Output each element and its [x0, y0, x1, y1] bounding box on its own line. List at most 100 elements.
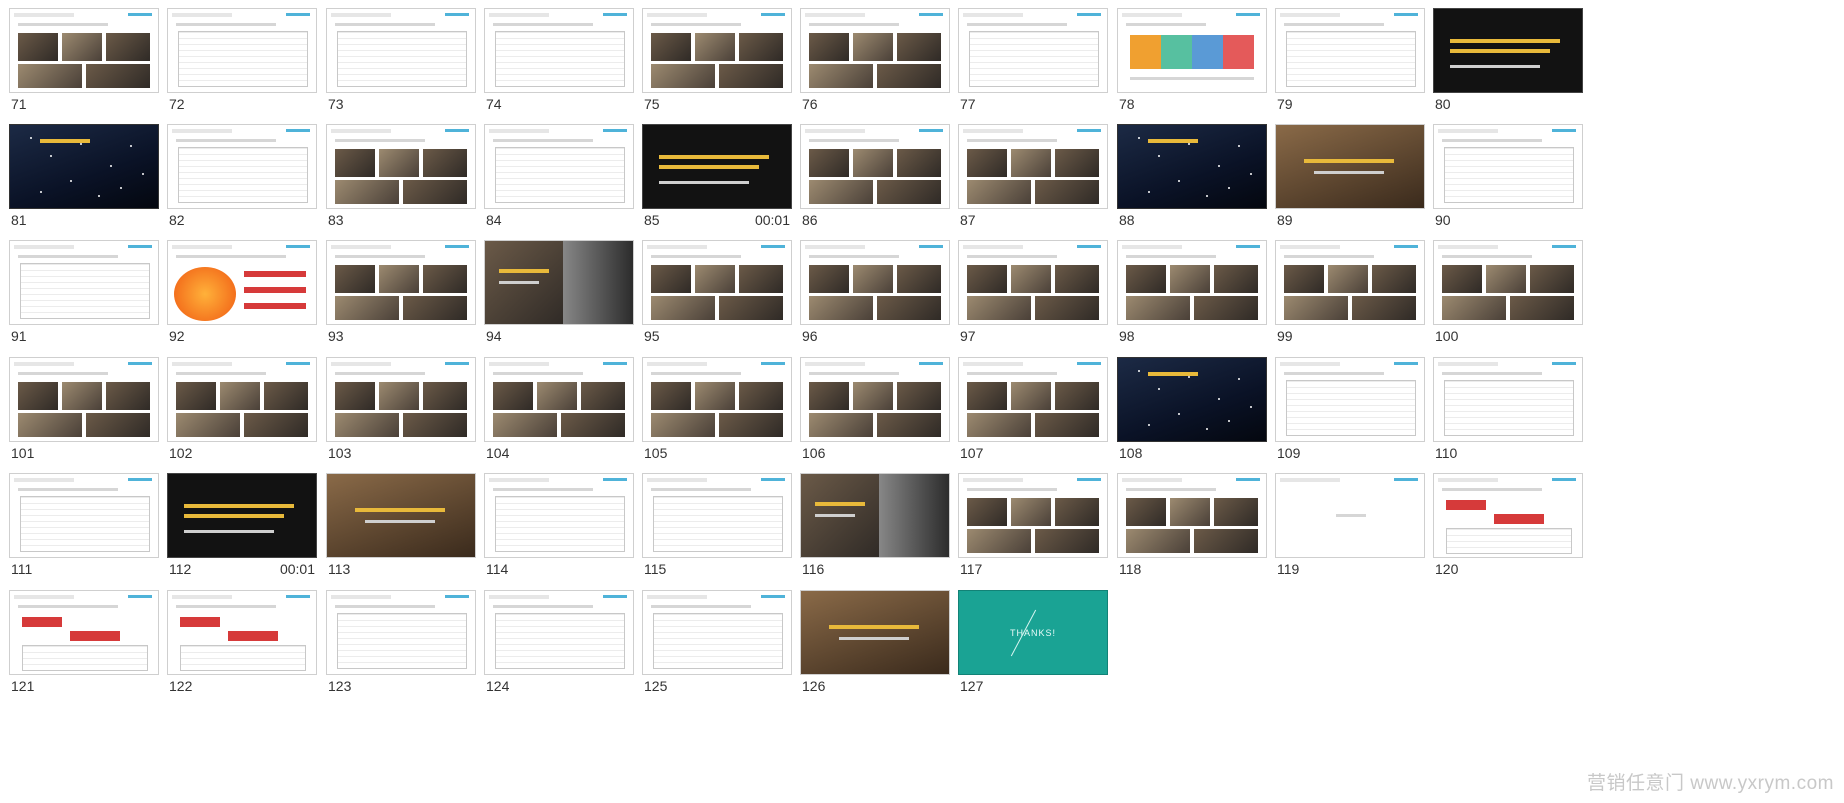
slide-thumbnail-cell[interactable]: 83	[326, 124, 476, 228]
slide-thumbnail-cell[interactable]: 81	[9, 124, 159, 228]
slide-thumbnail-cell[interactable]: 125	[642, 590, 792, 694]
slide-thumbnail-cell[interactable]: THANKS! 127	[958, 590, 1108, 694]
slide-thumbnail[interactable]	[800, 124, 950, 209]
slide-thumbnail[interactable]	[326, 473, 476, 558]
slide-thumbnail-cell[interactable]: 100	[1433, 240, 1583, 344]
slide-thumbnail-cell[interactable]: 114	[484, 473, 634, 577]
slide-thumbnail[interactable]	[9, 357, 159, 442]
slide-thumbnail-cell[interactable]: 82	[167, 124, 317, 228]
slide-thumbnail-cell[interactable]: 91	[9, 240, 159, 344]
slide-thumbnail-cell[interactable]: 119	[1275, 473, 1425, 577]
slide-thumbnail-cell[interactable]: 104	[484, 357, 634, 461]
slide-thumbnail[interactable]	[484, 124, 634, 209]
slide-thumbnail[interactable]	[1433, 473, 1583, 558]
slide-thumbnail[interactable]	[167, 124, 317, 209]
slide-thumbnail-cell[interactable]: 113	[326, 473, 476, 577]
slide-thumbnail-cell[interactable]: 92	[167, 240, 317, 344]
slide-thumbnail-cell[interactable]: 105	[642, 357, 792, 461]
slide-thumbnail-cell[interactable]: 87	[958, 124, 1108, 228]
slide-thumbnail-cell[interactable]: 84	[484, 124, 634, 228]
slide-thumbnail[interactable]	[9, 240, 159, 325]
slide-thumbnail[interactable]	[1275, 124, 1425, 209]
slide-thumbnail-cell[interactable]: 99	[1275, 240, 1425, 344]
slide-thumbnail-cell[interactable]: 126	[800, 590, 950, 694]
slide-thumbnail[interactable]	[326, 357, 476, 442]
slide-thumbnail-cell[interactable]: 112 00:01	[167, 473, 317, 577]
slide-thumbnail[interactable]	[326, 240, 476, 325]
slide-thumbnail[interactable]	[9, 124, 159, 209]
slide-thumbnail[interactable]	[326, 590, 476, 675]
slide-thumbnail[interactable]	[484, 357, 634, 442]
slide-thumbnail[interactable]	[800, 473, 950, 558]
slide-thumbnail[interactable]	[167, 590, 317, 675]
slide-thumbnail-cell[interactable]: 122	[167, 590, 317, 694]
slide-thumbnail-cell[interactable]: 86	[800, 124, 950, 228]
slide-thumbnail[interactable]	[1275, 240, 1425, 325]
slide-thumbnail-cell[interactable]: 98	[1117, 240, 1267, 344]
slide-thumbnail[interactable]	[800, 240, 950, 325]
slide-thumbnail-cell[interactable]: 72	[167, 8, 317, 112]
slide-thumbnail[interactable]	[1433, 240, 1583, 325]
slide-thumbnail[interactable]	[642, 590, 792, 675]
slide-thumbnail[interactable]	[1275, 357, 1425, 442]
slide-thumbnail[interactable]	[800, 590, 950, 675]
slide-thumbnail[interactable]	[1117, 240, 1267, 325]
slide-thumbnail-cell[interactable]: 121	[9, 590, 159, 694]
slide-thumbnail[interactable]	[484, 473, 634, 558]
slide-thumbnail[interactable]	[9, 590, 159, 675]
slide-thumbnail-cell[interactable]: 117	[958, 473, 1108, 577]
slide-thumbnail-cell[interactable]: 108	[1117, 357, 1267, 461]
slide-thumbnail-cell[interactable]: 88	[1117, 124, 1267, 228]
slide-thumbnail[interactable]	[1117, 124, 1267, 209]
slide-thumbnail[interactable]	[484, 240, 634, 325]
slide-thumbnail[interactable]: THANKS!	[958, 590, 1108, 675]
slide-thumbnail-cell[interactable]: 115	[642, 473, 792, 577]
slide-thumbnail[interactable]	[326, 8, 476, 93]
slide-thumbnail[interactable]	[642, 8, 792, 93]
slide-thumbnail[interactable]	[800, 357, 950, 442]
slide-thumbnail-cell[interactable]: 118	[1117, 473, 1267, 577]
slide-thumbnail-cell[interactable]: 90	[1433, 124, 1583, 228]
slide-thumbnail[interactable]	[326, 124, 476, 209]
slide-thumbnail-cell[interactable]: 102	[167, 357, 317, 461]
slide-thumbnail-cell[interactable]: 79	[1275, 8, 1425, 112]
slide-thumbnail-cell[interactable]: 80	[1433, 8, 1583, 112]
slide-thumbnail[interactable]	[958, 8, 1108, 93]
slide-thumbnail[interactable]	[1117, 8, 1267, 93]
slide-thumbnail[interactable]	[167, 240, 317, 325]
slide-thumbnail[interactable]	[1433, 357, 1583, 442]
slide-thumbnail[interactable]	[1117, 357, 1267, 442]
slide-thumbnail[interactable]	[1117, 473, 1267, 558]
slide-thumbnail-cell[interactable]: 111	[9, 473, 159, 577]
slide-thumbnail[interactable]	[1275, 473, 1425, 558]
slide-thumbnail[interactable]	[958, 357, 1108, 442]
slide-thumbnail-cell[interactable]: 75	[642, 8, 792, 112]
slide-thumbnail[interactable]	[9, 8, 159, 93]
slide-thumbnail[interactable]	[642, 357, 792, 442]
slide-thumbnail-cell[interactable]: 74	[484, 8, 634, 112]
slide-thumbnail-cell[interactable]: 123	[326, 590, 476, 694]
slide-thumbnail[interactable]	[958, 240, 1108, 325]
slide-thumbnail[interactable]	[1275, 8, 1425, 93]
slide-thumbnail-cell[interactable]: 120	[1433, 473, 1583, 577]
slide-thumbnail[interactable]	[642, 240, 792, 325]
slide-thumbnail-cell[interactable]: 96	[800, 240, 950, 344]
slide-thumbnail-cell[interactable]: 107	[958, 357, 1108, 461]
slide-thumbnail[interactable]	[1433, 124, 1583, 209]
slide-thumbnail-cell[interactable]: 94	[484, 240, 634, 344]
slide-thumbnail-cell[interactable]: 78	[1117, 8, 1267, 112]
slide-thumbnail-cell[interactable]: 89	[1275, 124, 1425, 228]
slide-thumbnail-cell[interactable]: 124	[484, 590, 634, 694]
slide-thumbnail-cell[interactable]: 103	[326, 357, 476, 461]
slide-thumbnail-cell[interactable]: 106	[800, 357, 950, 461]
slide-thumbnail[interactable]	[167, 473, 317, 558]
slide-thumbnail[interactable]	[484, 590, 634, 675]
slide-thumbnail[interactable]	[484, 8, 634, 93]
slide-thumbnail-cell[interactable]: 76	[800, 8, 950, 112]
slide-thumbnail-cell[interactable]: 97	[958, 240, 1108, 344]
slide-thumbnail-cell[interactable]: 101	[9, 357, 159, 461]
slide-thumbnail-cell[interactable]: 95	[642, 240, 792, 344]
slide-thumbnail[interactable]	[642, 124, 792, 209]
slide-thumbnail-cell[interactable]: 85 00:01	[642, 124, 792, 228]
slide-thumbnail-cell[interactable]: 116	[800, 473, 950, 577]
